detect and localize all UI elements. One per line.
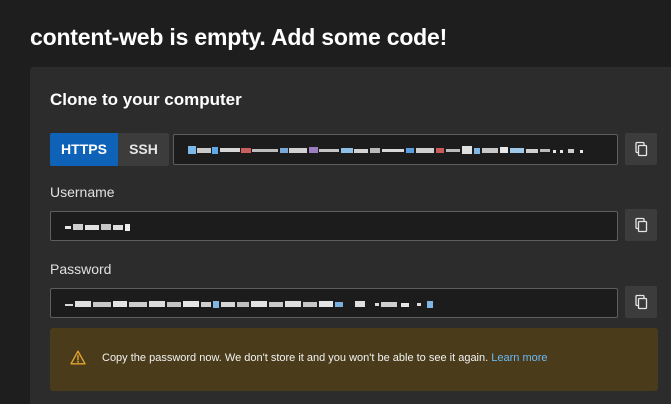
page-title: content-web is empty. Add some code! xyxy=(30,24,448,50)
password-field[interactable] xyxy=(50,288,618,318)
username-field[interactable] xyxy=(50,211,618,241)
username-label: Username xyxy=(50,184,115,200)
clone-url-field[interactable] xyxy=(173,134,618,165)
clone-panel: Clone to your computer HTTPS SSH Usernam… xyxy=(30,67,671,404)
copy-url-button[interactable] xyxy=(625,133,657,165)
copy-password-button[interactable] xyxy=(625,286,657,318)
page: content-web is empty. Add some code! Clo… xyxy=(0,0,671,404)
warning-icon xyxy=(70,350,86,365)
https-button[interactable]: HTTPS xyxy=(50,133,118,166)
password-label: Password xyxy=(50,261,112,277)
copy-icon xyxy=(635,294,648,310)
redacted-username-text xyxy=(65,224,130,231)
clone-section-title: Clone to your computer xyxy=(50,90,242,109)
protocol-toggle: HTTPS SSH xyxy=(50,133,169,166)
warning-text: Copy the password now. We don't store it… xyxy=(102,352,548,364)
copy-icon xyxy=(635,141,648,157)
password-warning-banner: Copy the password now. We don't store it… xyxy=(50,328,658,391)
ssh-button[interactable]: SSH xyxy=(118,133,169,166)
redacted-url-text xyxy=(188,146,583,154)
copy-username-button[interactable] xyxy=(625,209,657,241)
copy-icon xyxy=(635,217,648,233)
learn-more-link[interactable]: Learn more xyxy=(491,352,547,364)
redacted-password-text xyxy=(65,301,433,308)
warning-message: Copy the password now. We don't store it… xyxy=(102,352,489,364)
